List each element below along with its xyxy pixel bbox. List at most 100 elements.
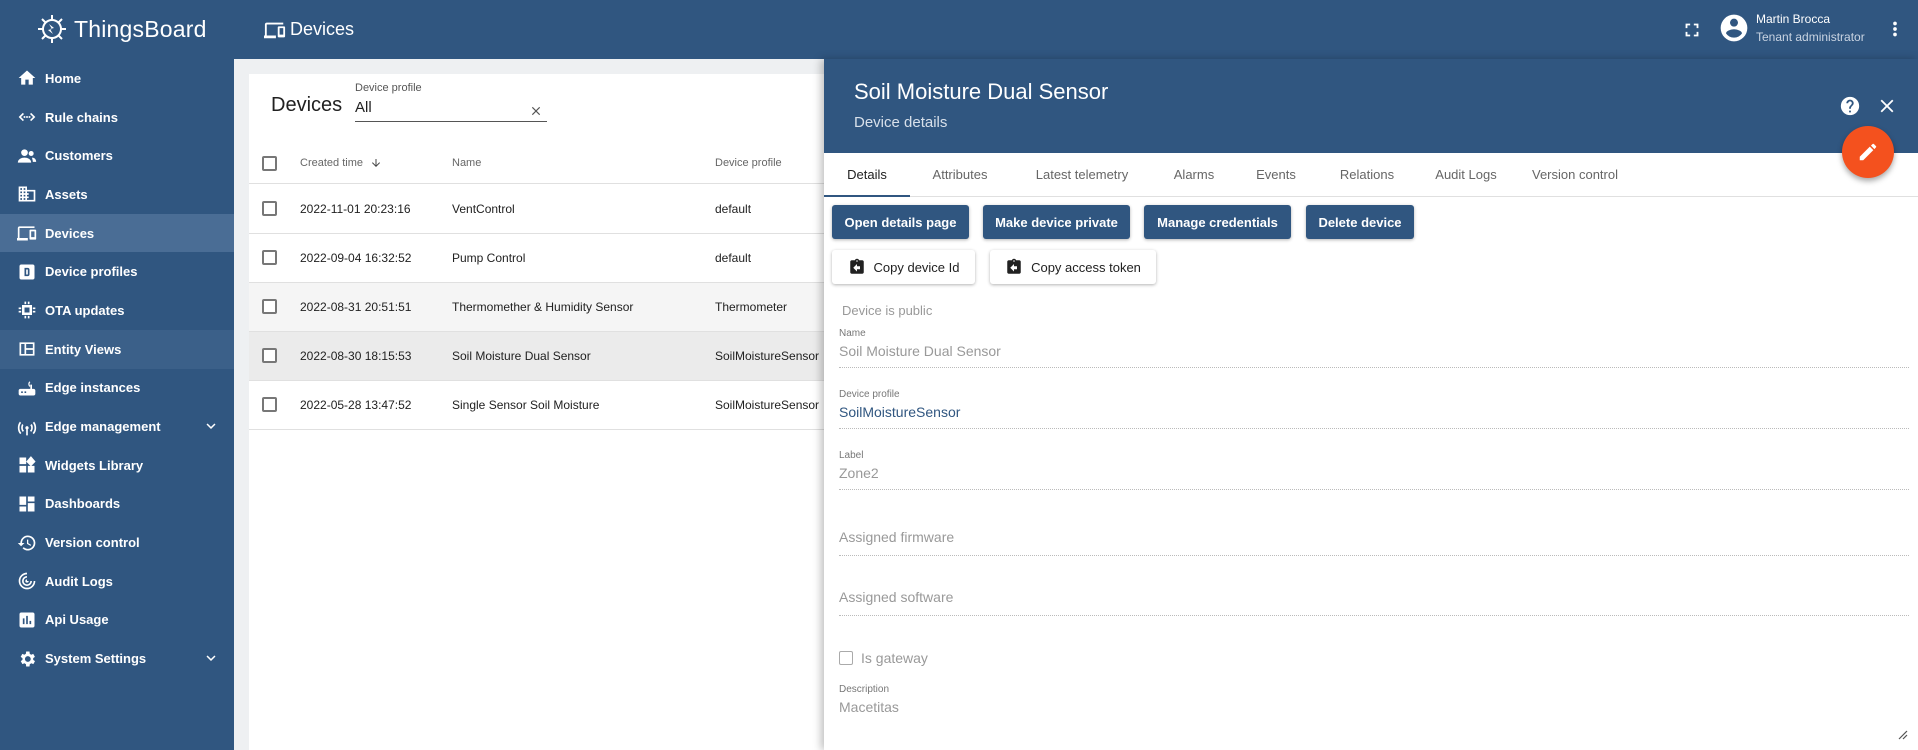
- copy-access-token-button[interactable]: Copy access token: [990, 250, 1156, 284]
- sidebar-item-assets[interactable]: Assets: [0, 175, 234, 214]
- cell-name: Pump Control: [452, 251, 526, 265]
- fullscreen-icon[interactable]: [1681, 19, 1703, 41]
- cell-name: Soil Moisture Dual Sensor: [452, 349, 591, 363]
- sidebar: ThingsBoard Home Rule chains Customers A…: [0, 0, 234, 750]
- sidebar-item-audit-logs[interactable]: Audit Logs: [0, 562, 234, 601]
- cell-name: Single Sensor Soil Moisture: [452, 398, 600, 412]
- sidebar-item-label: Entity Views: [45, 341, 122, 357]
- sidebar-item-label: Home: [45, 70, 82, 86]
- sidebar-item-entity-views[interactable]: Entity Views: [0, 329, 234, 369]
- tab-events[interactable]: Events: [1234, 153, 1318, 197]
- name-field[interactable]: Name Soil Moisture Dual Sensor: [839, 328, 1909, 368]
- cell-created-time: 2022-08-30 18:15:53: [300, 349, 412, 363]
- sidebar-item-label: Device profiles: [45, 264, 138, 280]
- sidebar-item-home[interactable]: Home: [0, 59, 234, 98]
- description-label: Description: [839, 684, 890, 695]
- table-row[interactable]: 2022-05-28 13:47:52 Single Sensor Soil M…: [249, 381, 829, 430]
- row-checkbox[interactable]: [262, 348, 277, 363]
- cell-profile: SoilMoistureSensor: [715, 398, 820, 412]
- checkbox-box[interactable]: [839, 651, 853, 665]
- is-gateway-label: Is gateway: [861, 650, 928, 666]
- sidebar-item-devices[interactable]: Devices: [0, 213, 234, 253]
- sidebar-item-edge-instances[interactable]: Edge instances: [0, 369, 234, 408]
- antenna-icon: [16, 416, 38, 438]
- sidebar-item-device-profiles[interactable]: Device profiles: [0, 252, 234, 291]
- row-checkbox[interactable]: [262, 250, 277, 265]
- clear-icon[interactable]: [529, 104, 543, 118]
- sidebar-item-widgets-library[interactable]: Widgets Library: [0, 446, 234, 485]
- open-details-page-button[interactable]: Open details page: [832, 205, 969, 239]
- tab-audit-logs[interactable]: Audit Logs: [1416, 153, 1516, 197]
- chevron-down-icon[interactable]: [202, 417, 220, 435]
- sidebar-item-system-settings[interactable]: System Settings: [0, 639, 234, 678]
- details-header: Soil Moisture Dual Sensor Device details: [824, 59, 1918, 153]
- sidebar-item-label: Dashboards: [45, 496, 121, 512]
- table-row[interactable]: 2022-11-01 20:23:16 VentControl default: [249, 185, 829, 234]
- sidebar-item-rule-chains[interactable]: Rule chains: [0, 98, 234, 137]
- copy-device-id-button[interactable]: Copy device Id: [832, 250, 975, 284]
- device-profile-field[interactable]: Device profile SoilMoistureSensor: [839, 389, 1909, 429]
- manage-credentials-button[interactable]: Manage credentials: [1144, 205, 1291, 239]
- column-created-time[interactable]: Created time: [300, 157, 382, 169]
- sidebar-item-dashboards[interactable]: Dashboards: [0, 485, 234, 524]
- is-gateway-checkbox[interactable]: Is gateway: [839, 650, 928, 666]
- label-field[interactable]: Label Zone2: [839, 450, 1909, 490]
- tab-latest-telemetry[interactable]: Latest telemetry: [1010, 153, 1154, 197]
- delete-device-button[interactable]: Delete device: [1306, 205, 1414, 239]
- description-value[interactable]: Macetitas: [839, 699, 1909, 715]
- label-value[interactable]: Zone2: [839, 465, 1909, 481]
- cell-created-time: 2022-09-04 16:32:52: [300, 251, 412, 265]
- label-label: Label: [839, 450, 864, 461]
- close-icon[interactable]: [1876, 95, 1898, 117]
- row-checkbox[interactable]: [262, 397, 277, 412]
- cell-profile: SoilMoistureSensor: [715, 349, 820, 363]
- sidebar-item-ota-updates[interactable]: OTA updates: [0, 291, 234, 330]
- make-device-private-button[interactable]: Make device private: [983, 205, 1130, 239]
- table-row[interactable]: 2022-08-31 20:51:51 Thermomether & Humid…: [249, 283, 829, 332]
- sidebar-item-api-usage[interactable]: Api Usage: [0, 601, 234, 640]
- assigned-software-field[interactable]: Assigned software: [839, 589, 1909, 616]
- devices-icon: [16, 222, 38, 244]
- devices-icon: [264, 19, 286, 41]
- tab-relations[interactable]: Relations: [1318, 153, 1416, 197]
- sidebar-item-label: Api Usage: [45, 612, 109, 628]
- device-profiles-icon: [16, 261, 38, 283]
- tab-version-control[interactable]: Version control: [1516, 153, 1634, 197]
- cell-created-time: 2022-11-01 20:23:16: [300, 202, 411, 216]
- sidebar-item-label: Edge instances: [45, 380, 141, 396]
- device-profile-filter[interactable]: Device profile All: [355, 82, 547, 122]
- row-checkbox[interactable]: [262, 299, 277, 314]
- tab-alarms[interactable]: Alarms: [1154, 153, 1234, 197]
- resize-handle-icon[interactable]: [1896, 727, 1908, 740]
- table-row-selected[interactable]: 2022-08-30 18:15:53 Soil Moisture Dual S…: [249, 332, 829, 381]
- cell-created-time: 2022-08-31 20:51:51: [300, 300, 412, 314]
- description-field[interactable]: Description Macetitas: [839, 684, 1909, 744]
- device-profile-value[interactable]: SoilMoistureSensor: [839, 404, 1909, 420]
- chevron-down-icon[interactable]: [202, 649, 220, 667]
- tab-attributes[interactable]: Attributes: [910, 153, 1010, 197]
- column-device-profile[interactable]: Device profile: [715, 157, 782, 169]
- user-avatar-icon[interactable]: [1718, 12, 1750, 44]
- sidebar-nav: Home Rule chains Customers Assets Device…: [0, 59, 234, 678]
- sidebar-item-customers[interactable]: Customers: [0, 136, 234, 175]
- row-checkbox[interactable]: [262, 201, 277, 216]
- tab-details[interactable]: Details: [824, 153, 910, 197]
- widgets-icon: [16, 454, 38, 476]
- assigned-firmware-field[interactable]: Assigned firmware: [839, 529, 1909, 556]
- app-logo[interactable]: ThingsBoard: [0, 0, 234, 58]
- sidebar-item-label: Assets: [45, 186, 88, 202]
- sidebar-item-version-control[interactable]: Version control: [0, 523, 234, 562]
- table-row[interactable]: 2022-09-04 16:32:52 Pump Control default: [249, 234, 829, 283]
- name-value[interactable]: Soil Moisture Dual Sensor: [839, 343, 1909, 359]
- more-vert-icon[interactable]: [1884, 18, 1906, 40]
- user-name[interactable]: Martin Brocca: [1756, 12, 1830, 26]
- select-all-checkbox[interactable]: [262, 156, 277, 171]
- sidebar-item-label: Version control: [45, 535, 140, 551]
- column-name[interactable]: Name: [452, 157, 481, 169]
- device-details-panel: Soil Moisture Dual Sensor Device details…: [824, 59, 1918, 750]
- sidebar-item-edge-management[interactable]: Edge management: [0, 407, 234, 446]
- help-icon[interactable]: [1839, 95, 1861, 117]
- filter-value[interactable]: All: [355, 99, 547, 116]
- top-bar: Devices Martin Brocca Tenant administrat…: [234, 0, 1918, 59]
- details-tabs: Details Attributes Latest telemetry Alar…: [824, 153, 1918, 197]
